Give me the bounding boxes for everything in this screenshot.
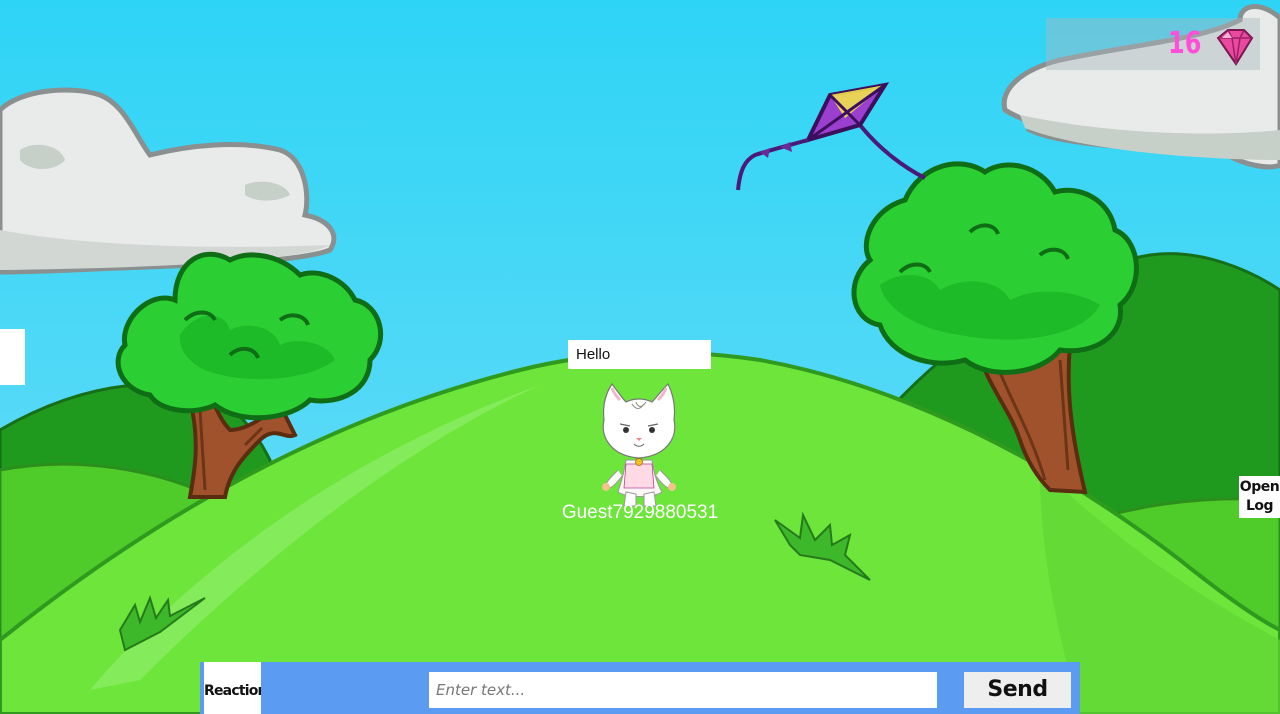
cat-avatar[interactable] — [596, 380, 682, 510]
open-log-button[interactable]: Open Log — [1239, 476, 1280, 518]
reaction-button[interactable]: Reaction — [204, 662, 261, 714]
chat-bar: Reaction Send — [200, 662, 1080, 714]
chat-text-input[interactable] — [429, 672, 937, 708]
player-name-label: Guest7929880531 — [561, 502, 719, 523]
send-button[interactable]: Send — [964, 672, 1071, 708]
gem-icon — [1216, 29, 1254, 66]
game-stage: 16 Open Log Hello Guest7929880531 Reacti… — [0, 0, 1280, 714]
open-log-label: Open Log — [1239, 479, 1280, 514]
side-panel-tab[interactable] — [0, 329, 25, 385]
gem-count: 16 — [1168, 26, 1202, 61]
speech-bubble: Hello — [568, 340, 711, 369]
